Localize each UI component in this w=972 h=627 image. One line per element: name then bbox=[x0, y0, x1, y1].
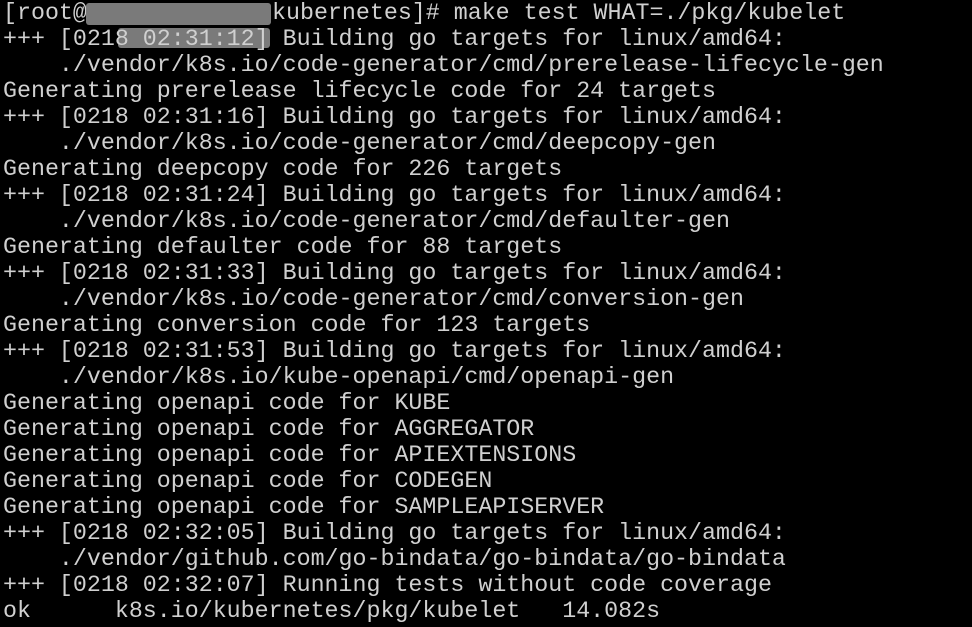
output-line: ./vendor/k8s.io/code-generator/cmd/deepc… bbox=[3, 130, 717, 156]
output-line: Generating prerelease lifecycle code for… bbox=[3, 78, 717, 104]
output-line: Generating openapi code for SAMPLEAPISER… bbox=[3, 494, 605, 520]
output-line: Generating openapi code for APIEXTENSION… bbox=[3, 442, 577, 468]
prompt-prefix: [root@ bbox=[3, 0, 87, 26]
prompt-command: kubernetes]# make test WHAT=./pkg/kubele… bbox=[272, 0, 846, 26]
output-line: Generating openapi code for CODEGEN bbox=[3, 468, 493, 494]
redacted-hostname bbox=[86, 3, 271, 25]
output-line: ./vendor/k8s.io/code-generator/cmd/prere… bbox=[3, 52, 884, 78]
output-line: Generating conversion code for 123 targe… bbox=[3, 312, 591, 338]
output-line: ./vendor/k8s.io/kube-openapi/cmd/openapi… bbox=[3, 364, 675, 390]
output-line: Generating deepcopy code for 226 targets bbox=[3, 156, 563, 182]
output-line: +++ [0218 02:31:24] Building go targets … bbox=[3, 182, 786, 208]
output-line: Generating openapi code for KUBE bbox=[3, 390, 451, 416]
output-line: Generating defaulter code for 88 targets bbox=[3, 234, 563, 260]
output-line: +++ [0218 02:31:12] Building go targets … bbox=[3, 26, 786, 52]
output-line: ./vendor/github.com/go-bindata/go-bindat… bbox=[3, 546, 786, 572]
output-line: +++ [0218 02:32:05] Building go targets … bbox=[3, 520, 786, 546]
output-line: Generating openapi code for AGGREGATOR bbox=[3, 416, 535, 442]
terminal-window[interactable]: [root@ kubernetes]# make test WHAT=./pkg… bbox=[0, 0, 972, 627]
output-line: ./vendor/k8s.io/code-generator/cmd/defau… bbox=[3, 208, 730, 234]
output-line: +++ [0218 02:31:53] Building go targets … bbox=[3, 338, 786, 364]
output-line: ./vendor/k8s.io/code-generator/cmd/conve… bbox=[3, 286, 744, 312]
output-line: +++ [0218 02:31:33] Building go targets … bbox=[3, 260, 786, 286]
output-line: +++ [0218 02:31:16] Building go targets … bbox=[3, 104, 786, 130]
test-result-line: ok k8s.io/kubernetes/pkg/kubelet 14.082s bbox=[3, 598, 661, 624]
output-line: +++ [0218 02:32:07] Running tests withou… bbox=[3, 572, 772, 598]
